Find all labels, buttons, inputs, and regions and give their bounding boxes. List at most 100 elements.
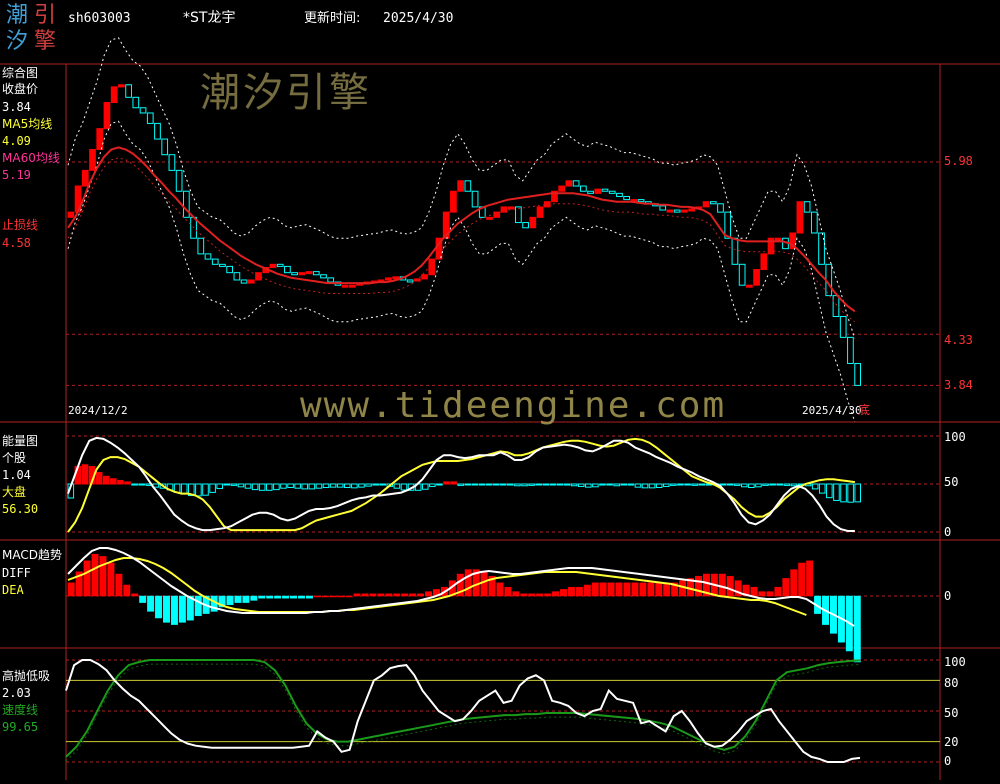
energy-bar-54 xyxy=(443,481,450,485)
stock-energy-label: 个股 xyxy=(2,451,27,465)
energy-bar-48 xyxy=(400,483,408,491)
macd-bar-8 xyxy=(123,584,131,597)
panel1-title: 综合图 xyxy=(2,66,39,80)
candle-85 xyxy=(673,209,681,213)
energy-bar-100 xyxy=(769,483,776,486)
macd-bar-27 xyxy=(274,595,282,599)
ma60-value: 5.19 xyxy=(2,168,31,182)
candle-30 xyxy=(276,263,284,267)
candle-71 xyxy=(572,180,580,187)
macd-bar-92 xyxy=(790,569,798,597)
market-energy-label: 大盘 xyxy=(2,485,27,499)
candle-92 xyxy=(724,211,732,239)
energy-bar-37 xyxy=(322,483,330,488)
candle-75 xyxy=(601,188,609,192)
candle-77 xyxy=(616,192,623,197)
macd-bar-44 xyxy=(409,593,417,597)
macd-bar-39 xyxy=(369,593,377,597)
macd-bar-100 xyxy=(853,595,861,663)
candle-8 xyxy=(118,84,125,88)
macd-bar-71 xyxy=(623,582,631,597)
energy-bar-80 xyxy=(627,483,635,486)
energy-bar-11 xyxy=(138,483,145,486)
macd-bar-22 xyxy=(234,595,242,603)
macd-bar-38 xyxy=(361,593,369,597)
macd-bar-24 xyxy=(250,595,258,601)
candle-94 xyxy=(738,263,746,286)
candle-37 xyxy=(327,277,335,283)
macd-bar-88 xyxy=(758,591,766,597)
energy-bar-68 xyxy=(542,483,550,486)
energy-bar-111 xyxy=(847,483,854,503)
energy-bar-26 xyxy=(244,483,252,489)
macd-bar-65 xyxy=(575,586,583,597)
candle-14 xyxy=(161,138,169,156)
brand-logo: 潮 引 汐 擎 xyxy=(6,4,60,56)
candle-26 xyxy=(247,279,255,284)
panel3-title: MACD趋势 xyxy=(2,548,62,562)
close-value: 3.84 xyxy=(2,100,31,114)
energy-bar-88 xyxy=(684,483,691,486)
macd-bar-93 xyxy=(798,562,806,597)
candle-80 xyxy=(637,199,645,203)
candle-35 xyxy=(312,271,320,276)
energy-bar-61 xyxy=(492,483,500,486)
macd-bar-5 xyxy=(99,556,107,597)
macd-bar-31 xyxy=(305,595,313,599)
energy-bar-62 xyxy=(499,483,507,486)
energy-bar-6 xyxy=(102,475,110,485)
candle-17 xyxy=(182,190,190,218)
logo-char-1: 潮 xyxy=(6,3,29,28)
panel2-title: 能量图 xyxy=(2,434,39,448)
energy-bar-97 xyxy=(748,483,755,488)
candle-95 xyxy=(746,284,753,288)
macd-bar-17 xyxy=(194,595,202,617)
macd-bar-6 xyxy=(107,562,115,597)
bottom-mark: 底 xyxy=(858,403,871,417)
candle-105 xyxy=(818,232,825,265)
macd-bar-68 xyxy=(599,582,607,597)
candle-99 xyxy=(774,237,782,241)
update-label: 更新时间: xyxy=(304,11,361,26)
energy-bar-83 xyxy=(648,483,656,489)
macd-bar-64 xyxy=(567,586,575,597)
candle-90 xyxy=(709,201,717,205)
energy-bar-9 xyxy=(124,481,131,485)
p2-tick-3: 0 xyxy=(944,525,952,539)
energy-bar-53 xyxy=(436,483,443,486)
candle-39 xyxy=(341,284,349,288)
candle-24 xyxy=(233,272,241,281)
energy-bar-84 xyxy=(655,483,663,488)
candle-103 xyxy=(803,201,811,213)
stock-energy-value: 1.04 xyxy=(2,468,31,482)
energy-bar-20 xyxy=(202,483,209,496)
macd-bar-26 xyxy=(266,595,274,599)
energy-bar-43 xyxy=(365,483,372,487)
candle-72 xyxy=(579,185,587,192)
energy-bar-85 xyxy=(663,483,670,487)
energy-bar-34 xyxy=(301,483,309,490)
energy-bar-24 xyxy=(230,483,238,486)
macd-bar-7 xyxy=(115,573,123,597)
energy-bar-107 xyxy=(818,483,826,494)
candle-50 xyxy=(421,274,428,280)
energy-bar-57 xyxy=(464,483,472,486)
energy-bar-10 xyxy=(131,483,138,486)
energy-bar-67 xyxy=(535,483,542,486)
candle-84 xyxy=(666,209,674,213)
energy-bar-89 xyxy=(691,483,698,486)
macd-bar-56 xyxy=(504,586,512,597)
macd-bar-43 xyxy=(401,593,409,597)
macd-bar-45 xyxy=(417,593,425,597)
energy-bar-82 xyxy=(641,483,649,489)
energy-bar-77 xyxy=(606,483,613,486)
macd-bar-51 xyxy=(464,569,472,597)
macd-bar-83 xyxy=(718,573,726,597)
candle-109 xyxy=(847,336,854,364)
energy-bar-42 xyxy=(358,483,365,488)
macd-bar-10 xyxy=(139,595,147,603)
p1-tick-1: 5.98 xyxy=(944,154,973,168)
macd-bar-89 xyxy=(766,591,774,597)
energy-bar-27 xyxy=(251,483,259,491)
macd-bar-90 xyxy=(774,586,782,597)
